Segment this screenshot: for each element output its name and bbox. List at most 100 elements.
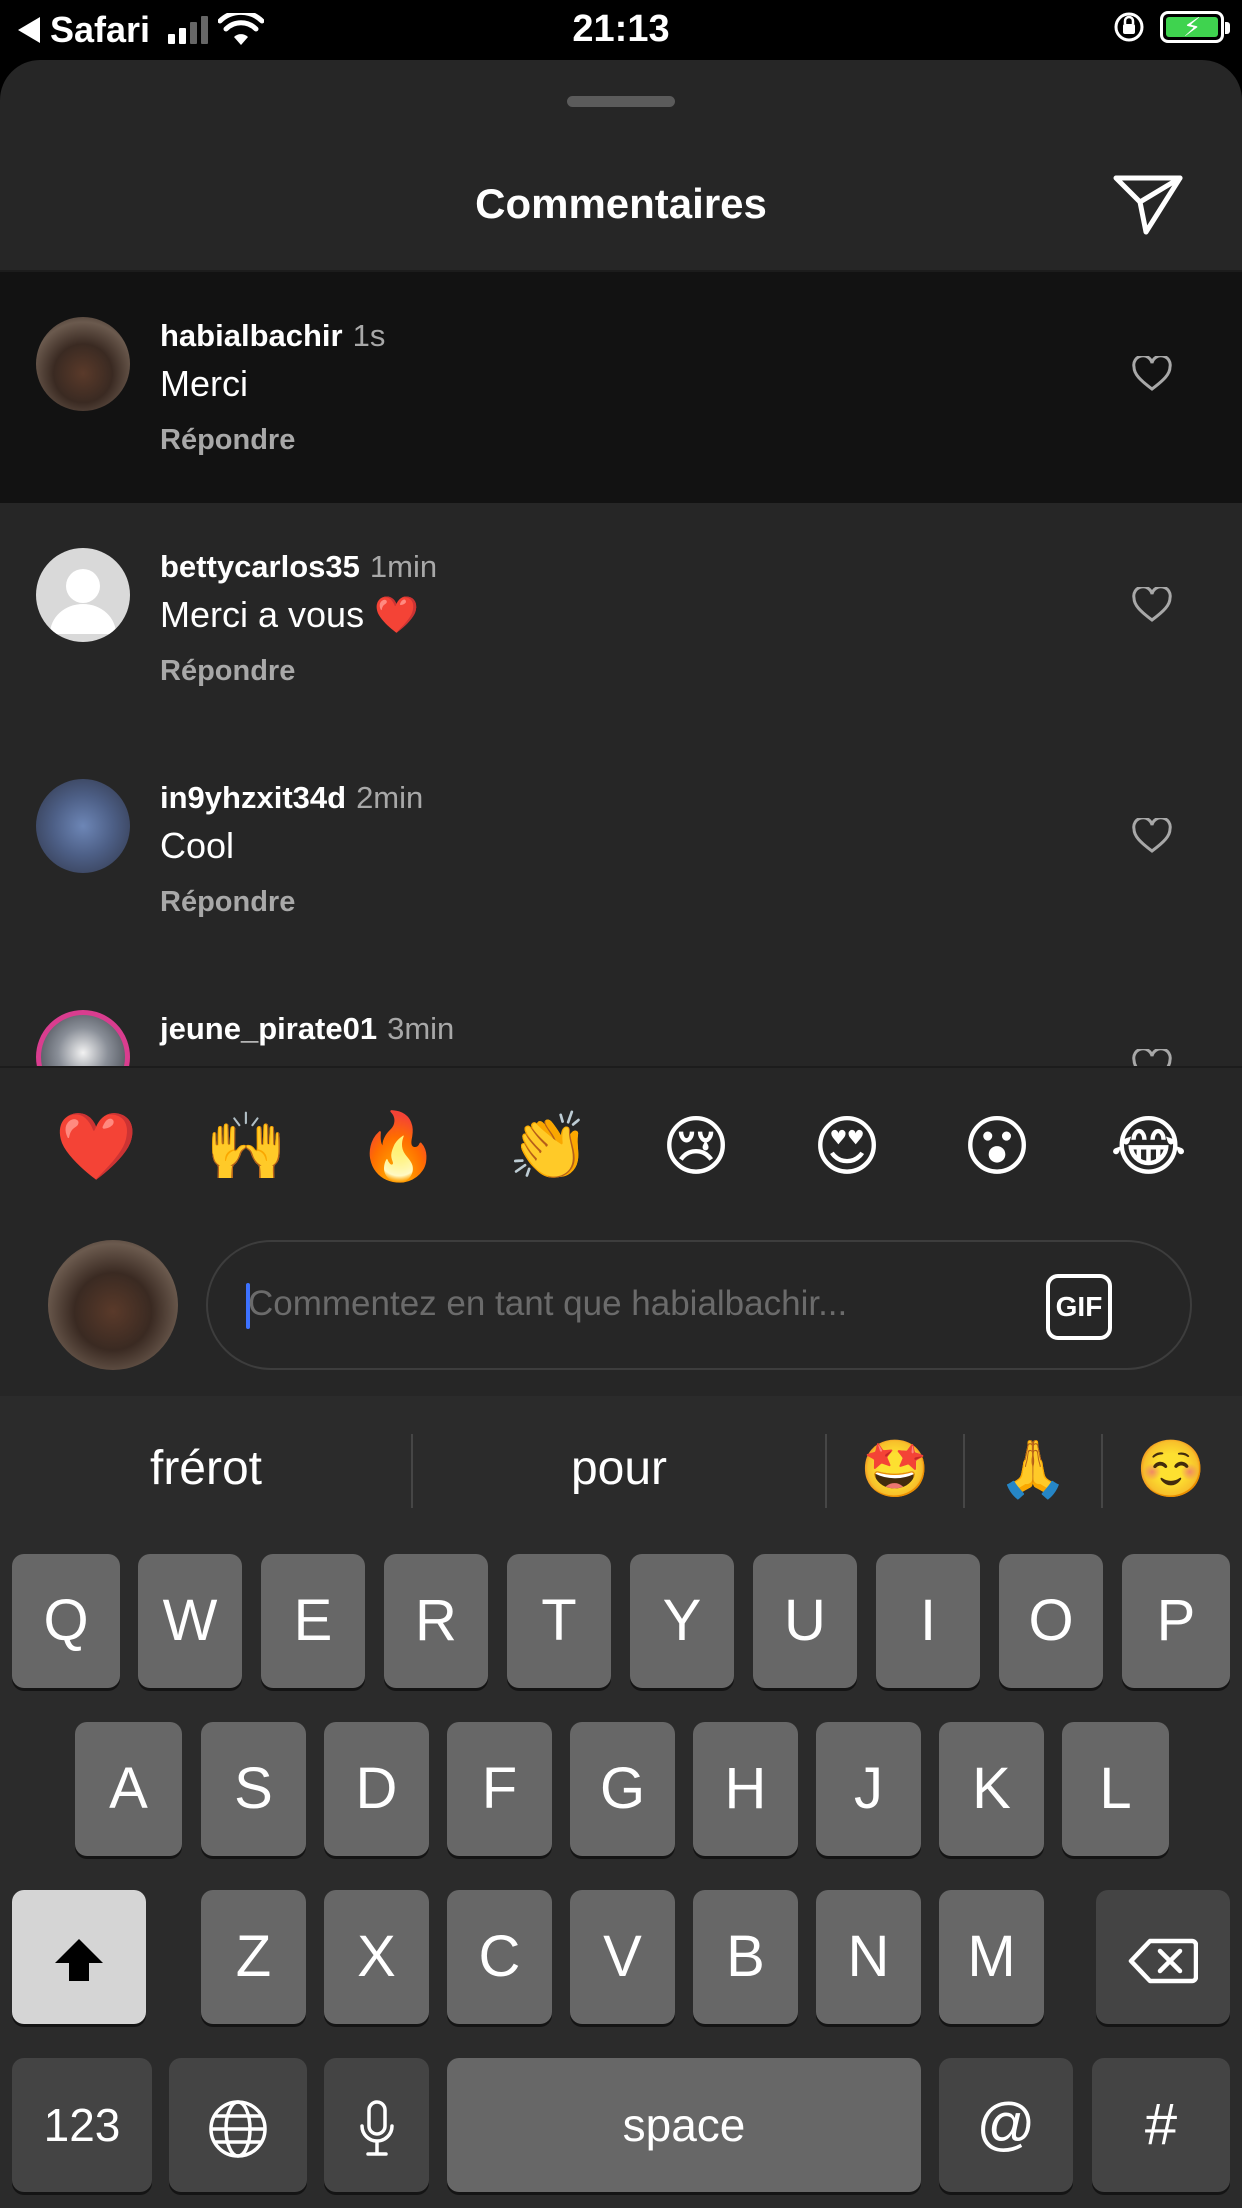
key-t[interactable]: T <box>507 1554 611 1688</box>
avatar[interactable] <box>36 317 130 411</box>
paper-plane-icon[interactable] <box>1112 172 1184 236</box>
emoji-laughing[interactable]: 😂 <box>1110 1108 1187 1184</box>
shift-key[interactable] <box>12 1890 146 2024</box>
comment-body: jeune_pirate01 3min <box>160 1009 1060 1049</box>
orientation-lock-icon <box>1114 12 1144 42</box>
screen: Safari 21:13 ⚡ Commentaires habialbachir… <box>0 0 1242 2208</box>
comment-body: bettycarlos35 1min Merci a vous ❤️ Répond… <box>160 547 1060 688</box>
key-u[interactable]: U <box>753 1554 857 1688</box>
avatar[interactable] <box>36 548 130 642</box>
numbers-key[interactable]: 123 <box>12 2058 152 2192</box>
emoji-crying[interactable]: 😢 <box>658 1108 734 1184</box>
keyboard: frérot pour 🤩 🙏 ☺️ Q W E R T Y U I O P A… <box>0 1396 1242 2208</box>
sheet-grabber[interactable] <box>567 96 675 107</box>
key-x[interactable]: X <box>324 1890 429 2024</box>
comment-list[interactable]: habialbachir 1s Merci Répondre bettycarl… <box>0 272 1242 1066</box>
status-bar: Safari 21:13 ⚡ <box>0 0 1242 60</box>
globe-key[interactable] <box>169 2058 307 2192</box>
comment-username[interactable]: habialbachir <box>160 318 343 353</box>
emoji-surprised[interactable]: 😮 <box>959 1108 1035 1184</box>
keyboard-suggestions: frérot pour 🤩 🙏 ☺️ <box>0 1396 1242 1546</box>
battery-icon: ⚡ <box>1160 11 1230 43</box>
comments-sheet: Commentaires habialbachir 1s Merci Répond… <box>0 60 1242 1396</box>
key-j[interactable]: J <box>816 1722 921 1856</box>
comment-time: 2min <box>356 780 424 815</box>
key-s[interactable]: S <box>201 1722 306 1856</box>
key-f[interactable]: F <box>447 1722 552 1856</box>
emoji-raised-hands[interactable]: 🙌 <box>205 1108 287 1184</box>
key-n[interactable]: N <box>816 1890 921 2024</box>
clock: 21:13 <box>572 8 670 50</box>
reply-button[interactable]: Répondre <box>160 886 1060 919</box>
shift-arrow-icon <box>55 1938 103 1981</box>
hash-key[interactable]: # <box>1092 2058 1230 2192</box>
microphone-icon <box>359 2099 394 2156</box>
gif-button[interactable]: GIF <box>1046 1274 1112 1340</box>
comment-text: Merci a vous ❤️ <box>160 594 419 635</box>
comment-username[interactable]: bettycarlos35 <box>160 549 360 584</box>
comment-body: habialbachir 1s Merci Répondre <box>160 316 1060 457</box>
emoji-clap[interactable]: 👏 <box>508 1108 590 1184</box>
key-r[interactable]: R <box>384 1554 488 1688</box>
key-h[interactable]: H <box>693 1722 798 1856</box>
comment-input-placeholder: Commentez en tant que habialbachir... <box>248 1284 848 1323</box>
comment-time: 3min <box>387 1011 455 1046</box>
comment-text: Merci <box>160 363 248 404</box>
key-p[interactable]: P <box>1122 1554 1230 1688</box>
key-q[interactable]: Q <box>12 1554 120 1688</box>
key-e[interactable]: E <box>261 1554 365 1688</box>
reply-button[interactable]: Répondre <box>160 655 1060 688</box>
comment-username[interactable]: jeune_pirate01 <box>160 1011 377 1046</box>
delete-key[interactable] <box>1096 1890 1230 2024</box>
key-b[interactable]: B <box>693 1890 798 2024</box>
composer-avatar <box>48 1240 178 1370</box>
suggestion-1[interactable]: frérot <box>0 1434 412 1504</box>
space-key[interactable]: space <box>447 2058 921 2192</box>
at-key[interactable]: @ <box>939 2058 1073 2192</box>
key-m[interactable]: M <box>939 1890 1044 2024</box>
quick-reactions-bar: ❤️ 🙌 🔥 👏 😢 😍 😮 😂 <box>0 1066 1242 1216</box>
heart-icon[interactable] <box>1132 587 1172 623</box>
heart-icon[interactable] <box>1132 356 1172 392</box>
key-l[interactable]: L <box>1062 1722 1169 1856</box>
emoji-heart[interactable]: ❤️ <box>55 1108 137 1184</box>
heart-icon[interactable] <box>1132 1049 1172 1066</box>
comment-username[interactable]: in9yhzxit34d <box>160 780 346 815</box>
comment-input[interactable]: Commentez en tant que habialbachir... GI… <box>206 1240 1192 1370</box>
key-g[interactable]: G <box>570 1722 675 1856</box>
status-right: ⚡ <box>1112 10 1230 44</box>
key-a[interactable]: A <box>75 1722 182 1856</box>
key-z[interactable]: Z <box>201 1890 306 2024</box>
comment-item[interactable]: habialbachir 1s Merci Répondre <box>0 272 1242 503</box>
key-w[interactable]: W <box>138 1554 242 1688</box>
comment-item[interactable]: in9yhzxit34d 2min Cool Répondre <box>0 734 1242 965</box>
comment-item[interactable]: jeune_pirate01 3min <box>0 965 1242 1066</box>
backspace-icon <box>1128 1938 1198 1983</box>
default-avatar-icon <box>50 569 116 634</box>
key-v[interactable]: V <box>570 1890 675 2024</box>
avatar[interactable] <box>36 1010 130 1066</box>
reply-button[interactable]: Répondre <box>160 424 1060 457</box>
dictation-key[interactable] <box>324 2058 429 2192</box>
sheet-title: Commentaires <box>475 180 767 227</box>
comment-composer: Commentez en tant que habialbachir... GI… <box>0 1216 1242 1396</box>
key-d[interactable]: D <box>324 1722 429 1856</box>
key-y[interactable]: Y <box>630 1554 734 1688</box>
comment-body: in9yhzxit34d 2min Cool Répondre <box>160 778 1060 919</box>
suggestion-emoji-2[interactable]: 🙏 <box>965 1434 1101 1504</box>
comment-time: 1min <box>369 549 438 584</box>
key-o[interactable]: O <box>999 1554 1103 1688</box>
key-c[interactable]: C <box>447 1890 552 2024</box>
key-k[interactable]: K <box>939 1722 1044 1856</box>
globe-icon <box>209 2099 267 2158</box>
key-i[interactable]: I <box>876 1554 980 1688</box>
suggestion-emoji-3[interactable]: ☺️ <box>1103 1434 1239 1504</box>
heart-icon[interactable] <box>1132 818 1172 854</box>
comment-item[interactable]: bettycarlos35 1min Merci a vous ❤️ Répond… <box>0 503 1242 734</box>
emoji-fire[interactable]: 🔥 <box>357 1108 439 1184</box>
comment-time: 1s <box>352 318 386 353</box>
avatar[interactable] <box>36 779 130 873</box>
suggestion-2[interactable]: pour <box>413 1434 825 1504</box>
emoji-heart-eyes[interactable]: 😍 <box>809 1108 885 1184</box>
suggestion-emoji-1[interactable]: 🤩 <box>827 1434 963 1504</box>
